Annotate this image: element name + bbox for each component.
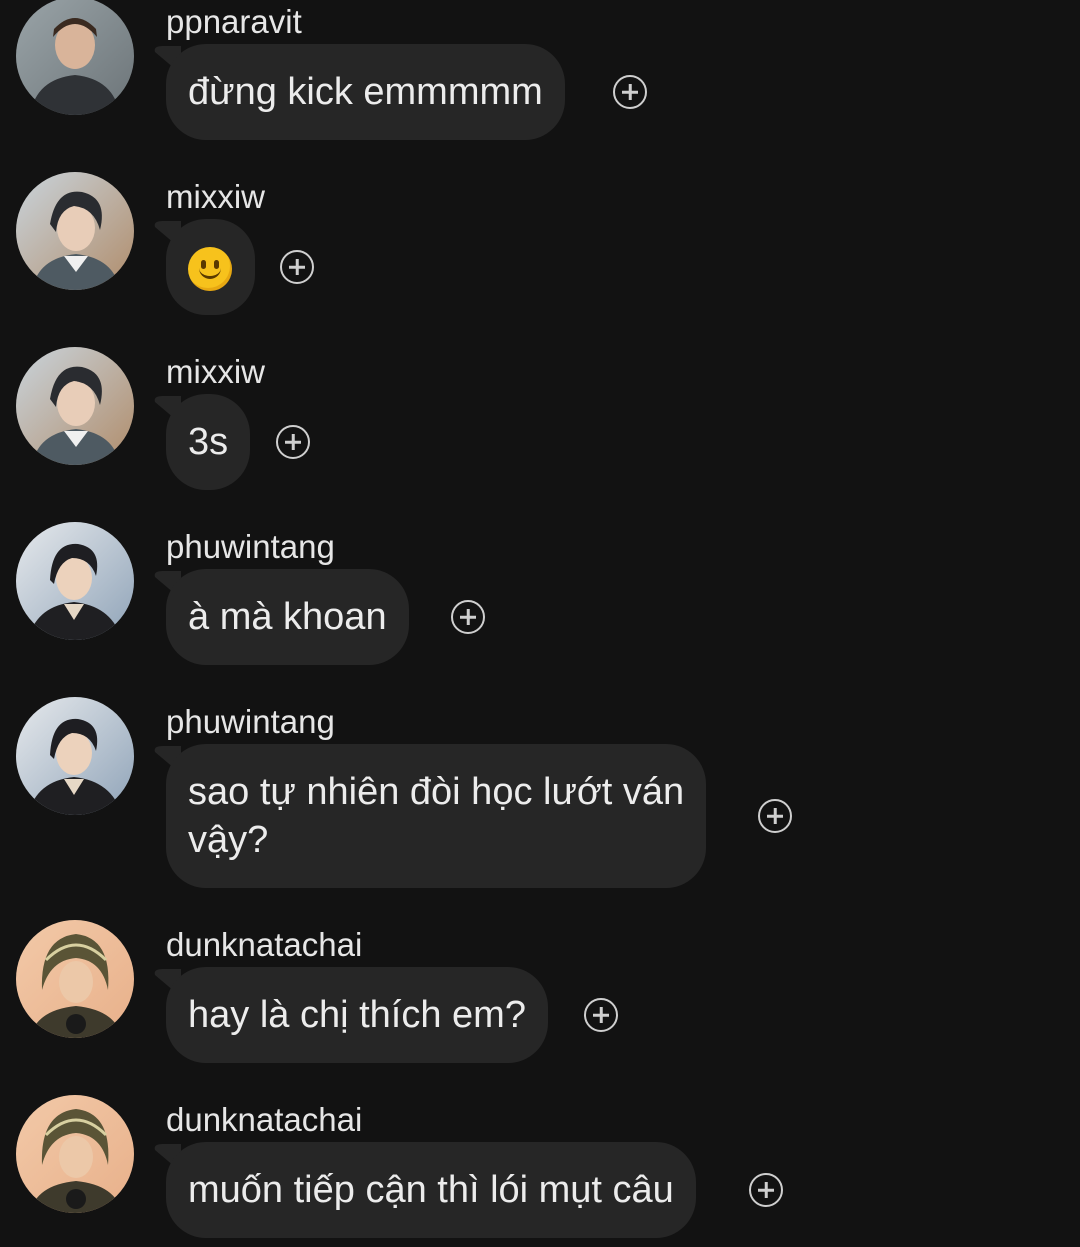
- username: ppnaravit: [166, 3, 302, 40]
- avatar[interactable]: [16, 347, 134, 465]
- add-reaction-icon[interactable]: [280, 250, 314, 284]
- avatar[interactable]: [16, 920, 134, 1038]
- username: dunknatachai: [166, 926, 363, 963]
- add-reaction-icon[interactable]: [276, 425, 310, 459]
- message-bubble[interactable]: [166, 219, 255, 315]
- message-text: 3s: [188, 421, 229, 463]
- avatar[interactable]: [16, 1095, 134, 1213]
- message-text: hay là chị thích em?: [188, 994, 526, 1036]
- avatar[interactable]: [16, 697, 134, 815]
- message-bubble[interactable]: 3s: [166, 394, 251, 490]
- message-bubble[interactable]: muốn tiếp cận thì lói mụt câu: [166, 1142, 696, 1238]
- message-text-line: sao tự nhiên đòi học lướt ván: [188, 771, 685, 813]
- add-reaction-icon[interactable]: [451, 600, 485, 634]
- username: mixxiw: [166, 353, 265, 390]
- username: mixxiw: [166, 178, 265, 215]
- add-reaction-icon[interactable]: [758, 799, 792, 833]
- message-text-line: vậy?: [188, 819, 269, 861]
- avatar[interactable]: [16, 522, 134, 640]
- username: phuwintang: [166, 528, 335, 565]
- message-bubble[interactable]: hay là chị thích em?: [166, 967, 548, 1063]
- slightly-smiling-face-emoji: [188, 246, 232, 291]
- avatar[interactable]: [16, 0, 134, 115]
- add-reaction-icon[interactable]: [584, 998, 618, 1032]
- message-text: muốn tiếp cận thì lói mụt câu: [188, 1169, 674, 1211]
- message-text: đừng kick emmmmm: [188, 71, 543, 113]
- message-text: à mà khoan: [188, 596, 387, 638]
- username: phuwintang: [166, 703, 335, 740]
- message-bubble[interactable]: à mà khoan: [166, 569, 409, 665]
- message-bubble[interactable]: sao tự nhiên đòi học lướt ván vậy?: [166, 744, 707, 888]
- username: dunknatachai: [166, 1101, 363, 1138]
- avatar[interactable]: [16, 172, 134, 290]
- message-bubble[interactable]: đừng kick emmmmm: [166, 44, 565, 140]
- add-reaction-icon[interactable]: [749, 1173, 783, 1207]
- add-reaction-icon[interactable]: [613, 75, 647, 109]
